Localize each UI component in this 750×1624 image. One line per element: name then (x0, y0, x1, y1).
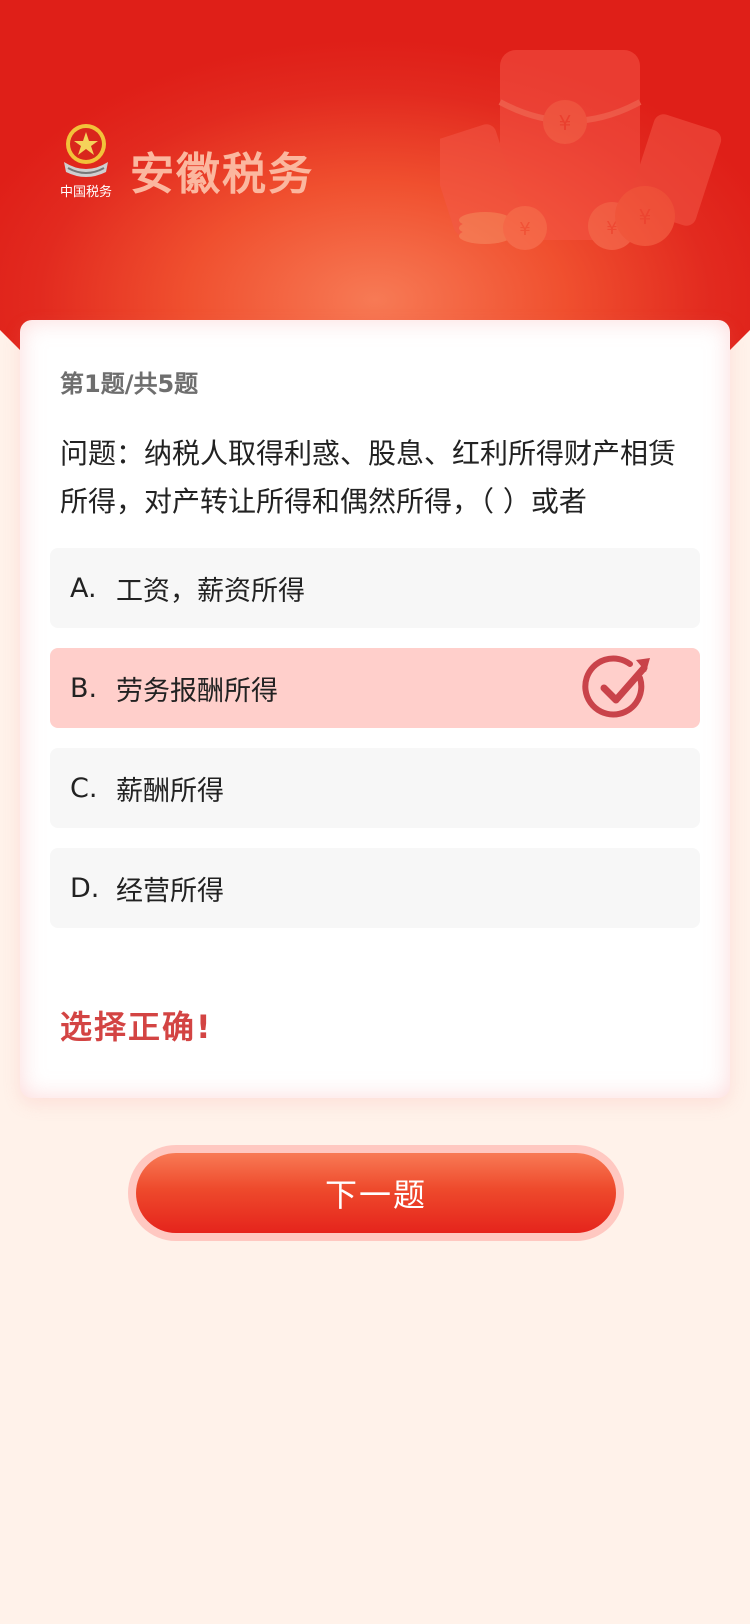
question-card: 第1题/共5题 问题：纳税人取得利惑、股息、红利所得财产相赁所得，对产转让所得和… (20, 320, 730, 1098)
option-label: 劳务报酬所得 (116, 675, 278, 707)
option-letter: C. (70, 772, 98, 804)
option-b[interactable]: B. 劳务报酬所得 (50, 648, 700, 728)
option-d[interactable]: D. 经营所得 (50, 848, 700, 928)
option-a[interactable]: A. 工资，薪资所得 (50, 548, 700, 628)
correct-check-icon (582, 655, 650, 718)
option-letter: D. (70, 872, 100, 904)
option-c[interactable]: C. 薪酬所得 (50, 748, 700, 828)
logo-caption: 中国税务 (60, 184, 112, 200)
option-label: 工资，薪资所得 (116, 575, 305, 607)
header-banner: 中国税务 安徽税务 ¥ ¥ ¥ ¥ (0, 0, 750, 350)
next-button-frame: 下一题 (128, 1145, 624, 1241)
brand-title: 安徽税务 (130, 149, 314, 200)
next-question-button[interactable]: 下一题 (136, 1153, 616, 1233)
question-text: 问题：纳税人取得利惑、股息、红利所得财产相赁所得，对产转让所得和偶然所得，（ ）… (60, 437, 677, 518)
svg-text:¥: ¥ (559, 111, 572, 135)
option-label: 薪酬所得 (116, 775, 224, 807)
red-envelope-illustration: ¥ ¥ ¥ ¥ (440, 50, 722, 250)
option-label: 经营所得 (116, 875, 224, 907)
option-letter: B. (70, 672, 98, 704)
tax-emblem-icon: 中国税务 (60, 124, 112, 200)
svg-text:¥: ¥ (639, 205, 652, 229)
question-progress: 第1题/共5题 (60, 370, 199, 398)
answer-result: 选择正确! (60, 1008, 213, 1046)
option-letter: A. (70, 572, 97, 604)
svg-text:¥: ¥ (519, 219, 530, 240)
